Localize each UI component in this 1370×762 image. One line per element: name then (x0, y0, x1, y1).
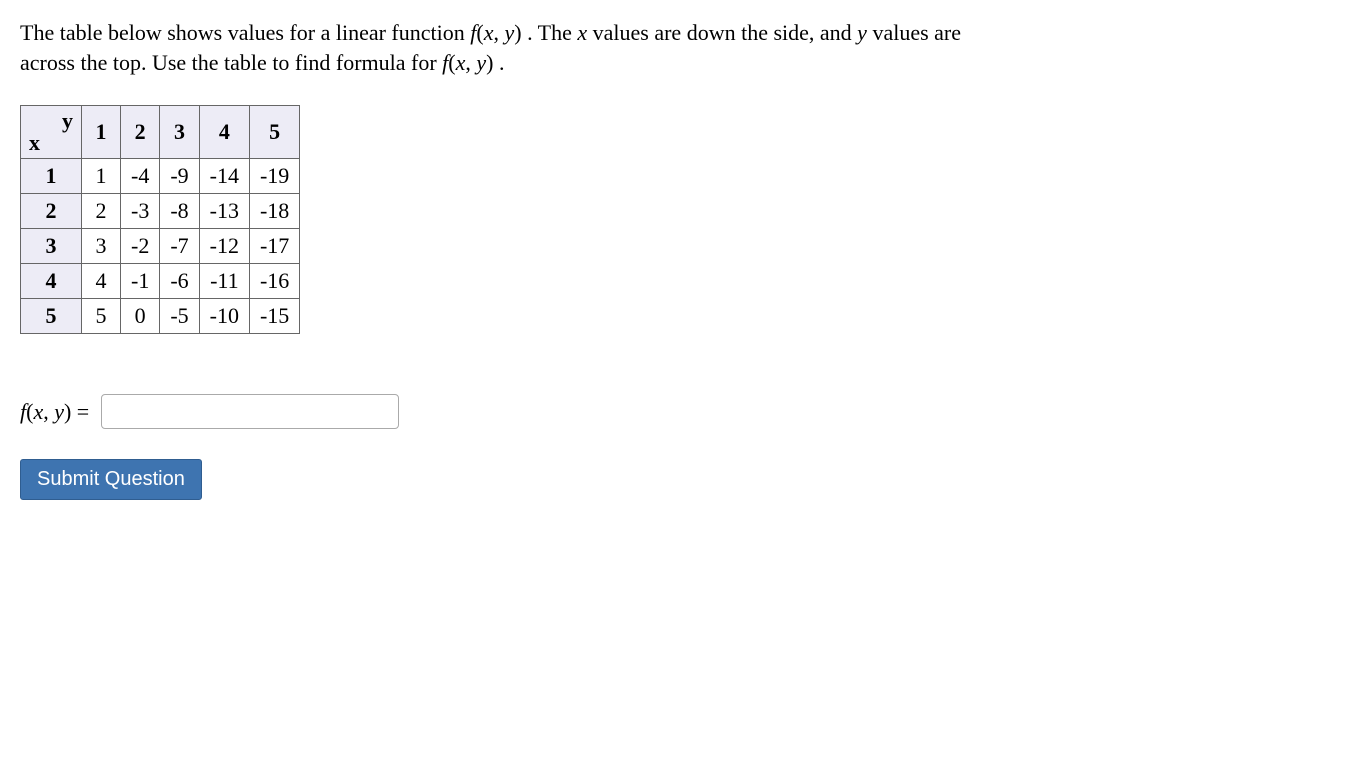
answer-lhs: f(x, y) = (20, 399, 89, 425)
y-header: 3 (160, 106, 199, 159)
table-row: 4 4 -1 -6 -11 -16 (21, 264, 300, 299)
table-corner-cell: y x (21, 106, 82, 159)
function-table: y x 1 2 3 4 5 1 1 -4 -9 -14 -19 2 2 -3 -… (20, 105, 300, 334)
y-header: 2 (121, 106, 160, 159)
table-cell: 2 (82, 194, 121, 229)
answer-row: f(x, y) = (20, 394, 1350, 429)
table-cell: 1 (82, 159, 121, 194)
table-cell: -1 (121, 264, 160, 299)
prompt-text-2: . The (527, 20, 577, 45)
table-row: 2 2 -3 -8 -13 -18 (21, 194, 300, 229)
prompt-text-1: The table below shows values for a linea… (20, 20, 470, 45)
corner-y-label: y (62, 108, 73, 134)
table-cell: -13 (199, 194, 249, 229)
table-cell: -6 (160, 264, 199, 299)
table-cell: -4 (121, 159, 160, 194)
y-header: 1 (82, 106, 121, 159)
table-cell: -17 (249, 229, 299, 264)
table-cell: 0 (121, 299, 160, 334)
table-cell: -2 (121, 229, 160, 264)
table-cell: 3 (82, 229, 121, 264)
table-cell: -14 (199, 159, 249, 194)
corner-x-label: x (29, 130, 40, 156)
math-x: x (577, 20, 587, 45)
table-cell: -3 (121, 194, 160, 229)
table-cell: -9 (160, 159, 199, 194)
submit-question-button[interactable]: Submit Question (20, 459, 202, 500)
prompt-text-5: . (499, 50, 505, 75)
table-row: 3 3 -2 -7 -12 -17 (21, 229, 300, 264)
table-cell: -11 (199, 264, 249, 299)
x-header: 3 (21, 229, 82, 264)
y-header: 4 (199, 106, 249, 159)
y-header: 5 (249, 106, 299, 159)
table-cell: -10 (199, 299, 249, 334)
table-cell: -16 (249, 264, 299, 299)
math-fxy-1: f(x, y) (470, 20, 527, 45)
table-cell: -19 (249, 159, 299, 194)
table-cell: -15 (249, 299, 299, 334)
table-row: 5 5 0 -5 -10 -15 (21, 299, 300, 334)
x-header: 1 (21, 159, 82, 194)
question-prompt: The table below shows values for a linea… (20, 18, 1020, 77)
table-cell: -5 (160, 299, 199, 334)
answer-input[interactable] (101, 394, 399, 429)
table-cell: -8 (160, 194, 199, 229)
table-cell: 5 (82, 299, 121, 334)
table-row: 1 1 -4 -9 -14 -19 (21, 159, 300, 194)
table-header-row: y x 1 2 3 4 5 (21, 106, 300, 159)
x-header: 2 (21, 194, 82, 229)
table-cell: -7 (160, 229, 199, 264)
math-fxy-2: f(x, y) (442, 50, 499, 75)
x-header: 4 (21, 264, 82, 299)
table-cell: -12 (199, 229, 249, 264)
prompt-text-3: values are down the side, and (587, 20, 857, 45)
table-cell: -18 (249, 194, 299, 229)
x-header: 5 (21, 299, 82, 334)
table-cell: 4 (82, 264, 121, 299)
math-y: y (857, 20, 867, 45)
